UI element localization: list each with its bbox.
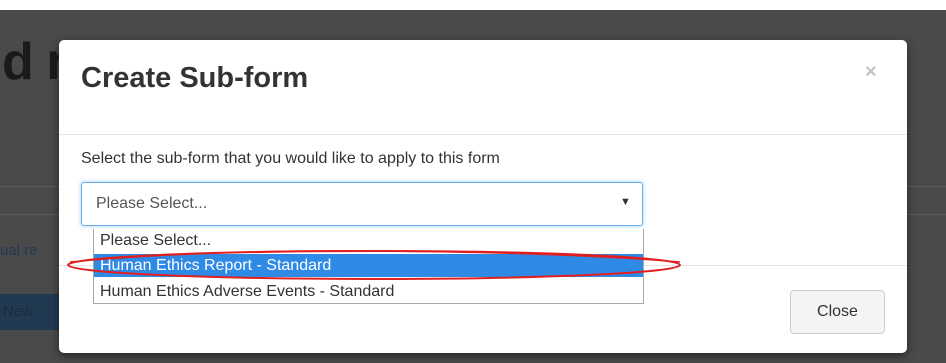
create-subform-modal: Create Sub-form × Select the sub-form th… <box>59 40 907 353</box>
modal-title: Create Sub-form <box>81 62 309 94</box>
subform-select[interactable]: Please Select... ▼ <box>81 182 643 226</box>
modal-header: Create Sub-form × <box>59 40 907 135</box>
subform-options-list: Please Select... Human Ethics Report - S… <box>93 229 644 304</box>
option-please-select[interactable]: Please Select... <box>94 229 643 252</box>
close-button[interactable]: Close <box>790 290 885 334</box>
top-strip <box>0 0 946 10</box>
background-link: ual re <box>0 242 38 259</box>
close-x-icon[interactable]: × <box>865 61 877 84</box>
subform-select-value: Please Select... <box>96 195 208 212</box>
subform-prompt-label: Select the sub-form that you would like … <box>81 150 500 167</box>
background-new-button: New <box>0 294 68 330</box>
background-new-button-label: New <box>3 303 34 320</box>
chevron-down-icon: ▼ <box>620 196 631 208</box>
option-human-ethics-report[interactable]: Human Ethics Report - Standard <box>94 254 643 277</box>
option-human-ethics-adverse-events[interactable]: Human Ethics Adverse Events - Standard <box>94 280 643 303</box>
